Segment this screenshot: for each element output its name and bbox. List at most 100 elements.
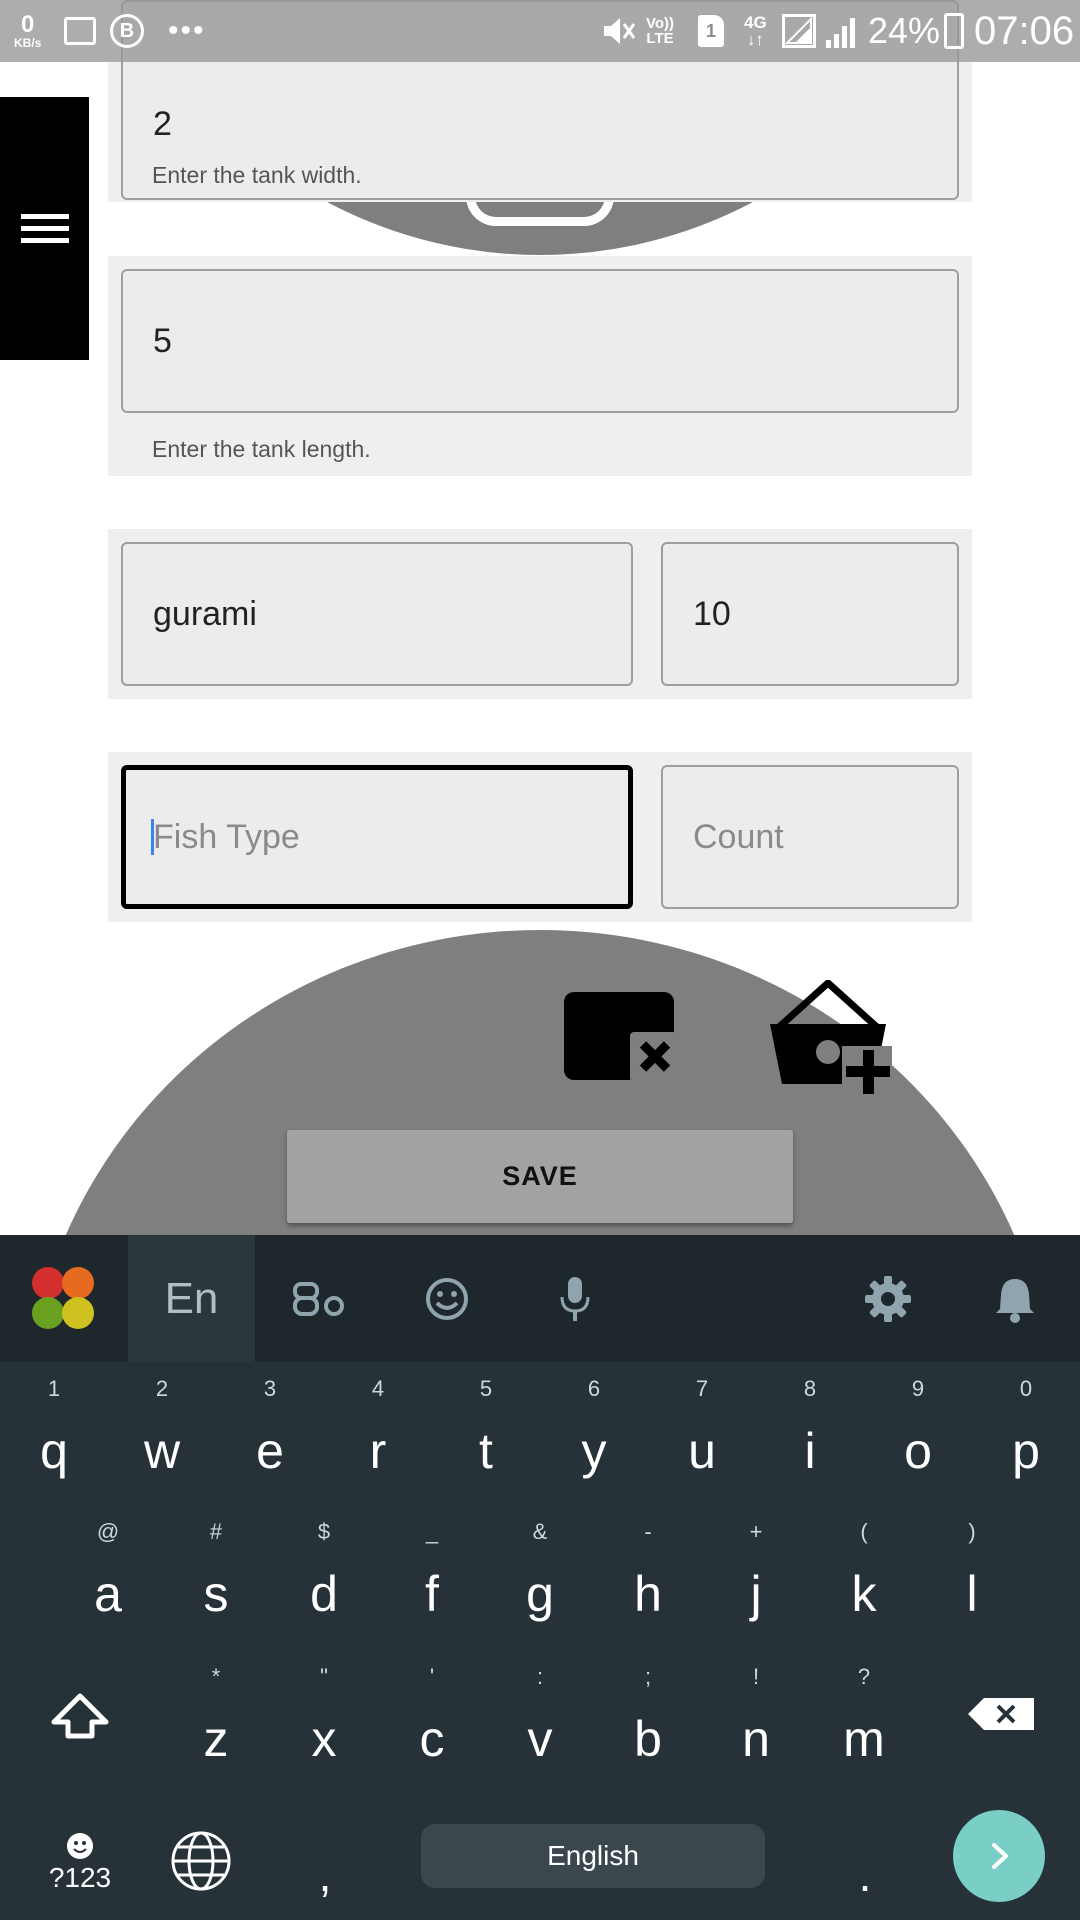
tank-width-helper: Enter the tank width. bbox=[152, 162, 362, 188]
key-label: e bbox=[256, 1423, 284, 1479]
key-hint: 9 bbox=[911, 1376, 925, 1401]
key-hint: ? bbox=[857, 1664, 871, 1689]
tank-length-input[interactable]: 5 bbox=[121, 269, 959, 413]
key-hint: # bbox=[209, 1519, 223, 1544]
backspace-icon bbox=[968, 1698, 1034, 1730]
save-button[interactable]: SAVE bbox=[287, 1130, 793, 1223]
key-q[interactable]: 1q bbox=[0, 1362, 108, 1502]
key-s[interactable]: # s bbox=[162, 1505, 270, 1645]
key-hint: ' bbox=[429, 1664, 435, 1689]
key-label: a bbox=[94, 1566, 122, 1622]
key-t[interactable]: 5t bbox=[432, 1362, 540, 1502]
key-hint: ; bbox=[644, 1664, 652, 1689]
key-f[interactable]: _ f bbox=[378, 1505, 486, 1645]
key-label: o bbox=[904, 1423, 932, 1479]
key-u[interactable]: 7u bbox=[648, 1362, 756, 1502]
key-y[interactable]: 6y bbox=[540, 1362, 648, 1502]
key-hint: 1 bbox=[47, 1376, 61, 1401]
signal-sim2-icon bbox=[824, 14, 858, 48]
new-fish-type-input[interactable]: Fish Type bbox=[121, 765, 633, 909]
key-e[interactable]: 3e bbox=[216, 1362, 324, 1502]
fish-count-value: 10 bbox=[693, 594, 731, 633]
chevron-right-icon bbox=[992, 1843, 1008, 1869]
key-m[interactable]: ? m bbox=[810, 1650, 918, 1790]
fish-count-input[interactable]: 10 bbox=[661, 542, 959, 686]
sticker-icon[interactable] bbox=[255, 1235, 382, 1362]
key-h[interactable]: -h bbox=[594, 1505, 702, 1645]
space-key[interactable]: English bbox=[421, 1824, 765, 1888]
tank-width-card: 2 Enter the tank width. bbox=[108, 0, 972, 202]
key-b[interactable]: ; b bbox=[594, 1650, 702, 1790]
new-fish-count-input[interactable]: Count bbox=[661, 765, 959, 909]
period-key[interactable]: . bbox=[830, 1842, 900, 1912]
key-label: t bbox=[479, 1423, 493, 1479]
key-label: n bbox=[742, 1711, 770, 1767]
keyboard-toolbar: En bbox=[0, 1235, 1080, 1362]
battery-percent: 24% bbox=[868, 10, 941, 51]
key-hint: $ bbox=[317, 1519, 331, 1544]
comma-key[interactable]: , bbox=[290, 1842, 360, 1912]
key-n[interactable]: ! n bbox=[702, 1650, 810, 1790]
gallery-icon bbox=[64, 17, 96, 45]
key-w[interactable]: 2w bbox=[108, 1362, 216, 1502]
key-x[interactable]: " x bbox=[270, 1650, 378, 1790]
add-fish-basket-icon[interactable] bbox=[768, 979, 892, 1096]
key-hint: @ bbox=[96, 1519, 120, 1544]
key-p[interactable]: 0p bbox=[972, 1362, 1080, 1502]
enter-next-button[interactable] bbox=[953, 1810, 1045, 1902]
key-j[interactable]: + j bbox=[702, 1505, 810, 1645]
text-cursor bbox=[151, 819, 154, 855]
key-c[interactable]: ' c bbox=[378, 1650, 486, 1790]
microphone-icon[interactable] bbox=[511, 1235, 638, 1362]
key-label: r bbox=[369, 1423, 387, 1479]
b-badge-icon: B bbox=[110, 14, 144, 48]
key-hint: 6 bbox=[587, 1376, 601, 1401]
key-hint: & bbox=[532, 1519, 548, 1544]
key-z[interactable]: * z bbox=[162, 1650, 270, 1790]
tank-width-value: 2 bbox=[153, 105, 172, 143]
key-label: j bbox=[750, 1566, 762, 1622]
key-label: p bbox=[1012, 1423, 1040, 1479]
settings-gear-icon[interactable] bbox=[824, 1235, 951, 1362]
remove-fish-icon[interactable] bbox=[564, 992, 680, 1092]
fish-row: gurami 10 bbox=[108, 529, 972, 699]
key-o[interactable]: 9o bbox=[864, 1362, 972, 1502]
key-hint: + bbox=[749, 1519, 763, 1544]
key-label: k bbox=[851, 1566, 877, 1622]
key-l[interactable]: ) l bbox=[918, 1505, 1026, 1645]
key-label: w bbox=[143, 1423, 181, 1479]
key-hint: ( bbox=[860, 1519, 868, 1544]
tank-length-value: 5 bbox=[153, 321, 172, 360]
key-g[interactable]: & g bbox=[486, 1505, 594, 1645]
key-label: u bbox=[688, 1423, 716, 1479]
status-bar: 0 KB/s B ••• Vo)) LTE 1 4G ↓↑ 24% 07:06 bbox=[0, 0, 1080, 62]
tank-length-helper: Enter the tank length. bbox=[152, 436, 371, 462]
key-a[interactable]: @ a bbox=[54, 1505, 162, 1645]
keyboard-logo-icon[interactable] bbox=[0, 1235, 127, 1362]
key-hint: 4 bbox=[371, 1376, 385, 1401]
key-label: l bbox=[966, 1566, 978, 1622]
key-k[interactable]: (k bbox=[810, 1505, 918, 1645]
fish-type-value: gurami bbox=[153, 594, 257, 633]
key-hint: " bbox=[320, 1664, 328, 1689]
volte-icon: Vo)) LTE bbox=[646, 15, 675, 47]
key-d[interactable]: $ d bbox=[270, 1505, 378, 1645]
key-label: c bbox=[419, 1711, 445, 1767]
backspace-key[interactable] bbox=[962, 1650, 1062, 1790]
language-button[interactable]: En bbox=[128, 1235, 255, 1362]
notification-bell-icon[interactable] bbox=[951, 1235, 1078, 1362]
clock: 07:06 bbox=[974, 8, 1075, 53]
shift-key[interactable] bbox=[32, 1650, 128, 1790]
network-type-icon: 4G ↓↑ bbox=[744, 13, 767, 49]
globe-icon[interactable] bbox=[170, 1830, 262, 1910]
key-v[interactable]: :v bbox=[486, 1650, 594, 1790]
fish-type-input[interactable]: gurami bbox=[121, 542, 633, 686]
network-speed: 0 KB/s bbox=[14, 11, 42, 50]
key-label: i bbox=[804, 1423, 816, 1479]
key-hint: 7 bbox=[695, 1376, 709, 1401]
key-hint: 3 bbox=[263, 1376, 277, 1401]
key-r[interactable]: 4r bbox=[324, 1362, 432, 1502]
key-i[interactable]: 8i bbox=[756, 1362, 864, 1502]
menu-button[interactable] bbox=[0, 97, 89, 360]
emoji-icon[interactable] bbox=[383, 1235, 510, 1362]
